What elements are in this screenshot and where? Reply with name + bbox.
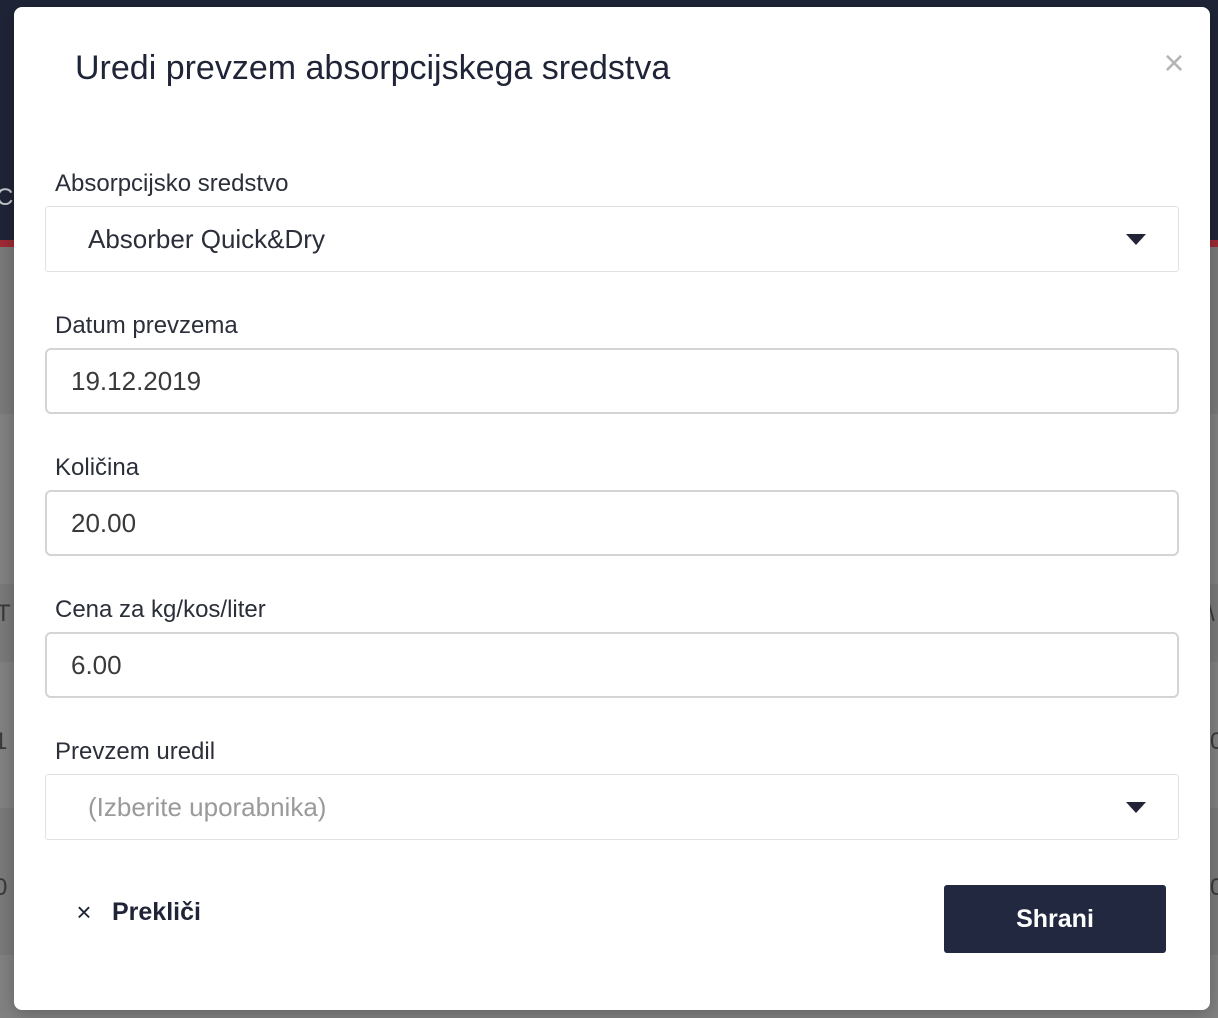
close-icon[interactable]: × <box>1158 45 1190 81</box>
background-text-fragment: 0 <box>0 874 8 901</box>
date-input[interactable] <box>45 348 1179 414</box>
cancel-button[interactable]: × Prekliči <box>72 892 201 932</box>
background-text-fragment: 0 <box>1210 728 1218 755</box>
caret-down-icon <box>1126 234 1146 245</box>
background-text-fragment: C <box>0 184 14 211</box>
absorbent-selected-value: Absorber Quick&Dry <box>88 224 325 254</box>
quantity-input[interactable] <box>45 490 1179 556</box>
cancel-button-label: Prekliči <box>112 897 201 926</box>
background-text-fragment: 1 <box>0 728 8 755</box>
absorbent-select[interactable]: Absorber Quick&Dry <box>45 206 1179 272</box>
price-input[interactable] <box>45 632 1179 698</box>
background-text-fragment: T <box>0 600 11 627</box>
background-text-fragment: 0 <box>1210 874 1218 901</box>
edited-by-placeholder: (Izberite uporabnika) <box>88 792 327 822</box>
edited-by-label: Prevzem uredil <box>55 738 216 765</box>
modal-title: Uredi prevzem absorpcijskega sredstva <box>75 49 671 87</box>
edited-by-select[interactable]: (Izberite uporabnika) <box>45 774 1179 840</box>
price-label: Cena za kg/kos/liter <box>55 596 266 623</box>
absorbent-label: Absorpcijsko sredstvo <box>55 170 289 197</box>
date-label: Datum prevzema <box>55 312 238 339</box>
close-icon: × <box>76 897 92 927</box>
quantity-label: Količina <box>55 454 140 481</box>
edit-absorbent-receipt-modal: Uredi prevzem absorpcijskega sredstva × … <box>14 7 1210 1010</box>
save-button[interactable]: Shrani <box>944 885 1166 953</box>
caret-down-icon <box>1126 802 1146 813</box>
